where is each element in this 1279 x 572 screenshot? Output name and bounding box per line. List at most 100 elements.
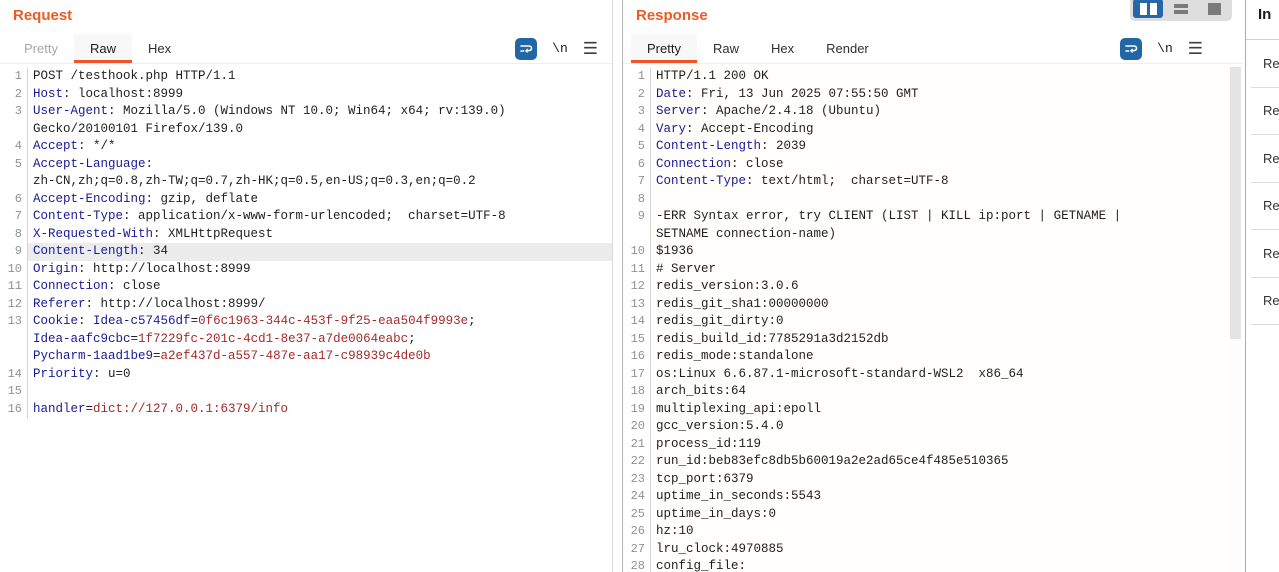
code-row: 26hz:10 (623, 523, 1243, 541)
code-row: 8 (623, 191, 1243, 209)
header-name: Connection (33, 279, 108, 293)
scrollbar-thumb[interactable] (1230, 67, 1241, 339)
code-row: SETNAME connection-name) (623, 226, 1243, 244)
code-row: 2Date: Fri, 13 Jun 2025 07:55:50 GMT (623, 86, 1243, 104)
single-layout-button[interactable] (1199, 0, 1229, 18)
tab-pretty[interactable]: Pretty (8, 34, 74, 63)
code-row: 18 arch_bits:64 (623, 383, 1243, 401)
line-number: 14 (0, 366, 28, 384)
header-name: Idea-aafc9cbc (33, 332, 131, 346)
code-row: 6Accept-Encoding: gzip, deflate (0, 191, 612, 209)
text-token: : localhost:8999 (63, 87, 183, 101)
text-token: # Server (656, 262, 716, 276)
inspector-section-label: Re (1263, 293, 1279, 308)
tab-pretty[interactable]: Pretty (631, 34, 697, 63)
line-number: 16 (0, 401, 28, 419)
line-number: 21 (623, 436, 651, 454)
code-line: Accept-Language: (28, 156, 612, 174)
code-line: hz:10 (651, 523, 1243, 541)
code-row: 7Content-Type: text/html; charset=UTF-8 (623, 173, 1243, 191)
code-row: 13redis_git_sha1:00000000 (623, 296, 1243, 314)
line-number: 8 (623, 191, 651, 209)
inspector-section-label: Re (1263, 151, 1279, 166)
code-line (28, 383, 612, 401)
word-wrap-glyph (518, 41, 534, 57)
code-row: 27lru_clock:4970885 (623, 541, 1243, 559)
word-wrap-icon[interactable] (515, 38, 537, 60)
show-newlines-icon[interactable]: \n (1157, 41, 1173, 56)
code-line: zh-CN,zh;q=0.8,zh-TW;q=0.7,zh-HK;q=0.5,e… (28, 173, 612, 191)
code-row: 5Accept-Language: (0, 156, 612, 174)
code-row: 13Cookie: Idea-c57456df=0f6c1963-344c-45… (0, 313, 612, 331)
rows-layout-button[interactable] (1166, 0, 1196, 18)
columns-layout-button[interactable] (1133, 0, 1163, 18)
code-line: X-Requested-With: XMLHttpRequest (28, 226, 612, 244)
word-wrap-icon[interactable] (1120, 38, 1142, 60)
code-row: 3User-Agent: Mozilla/5.0 (Windows NT 10.… (0, 103, 612, 121)
code-line: os:Linux 6.6.87.1-microsoft-standard-WSL… (651, 366, 1243, 384)
request-tabs: PrettyRawHex (8, 34, 187, 63)
text-token: : http://localhost:8999 (78, 262, 251, 276)
text-token: : application/x-www-form-urlencoded; cha… (123, 209, 506, 223)
code-row: 19multiplexing_api:epoll (623, 401, 1243, 419)
response-scrollbar[interactable] (1230, 67, 1241, 572)
header-name: Priority (33, 367, 93, 381)
inspector-section[interactable]: Re (1251, 88, 1279, 136)
word-wrap-glyph (1123, 41, 1139, 57)
line-number (0, 121, 28, 139)
text-token: ; (408, 332, 423, 346)
code-row: Gecko/20100101 Firefox/139.0 (0, 121, 612, 139)
line-number: 8 (0, 226, 28, 244)
tab-hex[interactable]: Hex (132, 34, 187, 63)
code-line: Content-Length: 34 (28, 243, 612, 261)
line-number: 14 (623, 313, 651, 331)
header-name: Vary (656, 122, 686, 136)
inspector-section[interactable]: Re (1251, 135, 1279, 183)
response-toolbar: \n ☰ (1120, 34, 1243, 63)
code-line: $1936 (651, 243, 1243, 261)
request-panel: Request PrettyRawHex \n ☰ 1POST /testhoo… (0, 0, 613, 572)
inspector-section[interactable]: Re (1251, 278, 1279, 326)
text-token: Gecko/20100101 Firefox/139.0 (33, 122, 243, 136)
code-line: redis_version:3.0.6 (651, 278, 1243, 296)
code-line: Idea-aafc9cbc=1f7229fc-201c-4cd1-8e37-a7… (28, 331, 612, 349)
response-editor[interactable]: 1HTTP/1.1 200 OK2Date: Fri, 13 Jun 2025 … (623, 65, 1243, 572)
code-row: Idea-aafc9cbc=1f7229fc-201c-4cd1-8e37-a7… (0, 331, 612, 349)
code-row: Pycharm-1aad1be9=a2ef437d-a557-487e-aa17… (0, 348, 612, 366)
text-token: : Fri, 13 Jun 2025 07:55:50 GMT (686, 87, 919, 101)
value-token: 1f7229fc-201c-4cd1-8e37-a7de0064eabc (138, 332, 408, 346)
inspector-section[interactable]: Re (1251, 183, 1279, 231)
text-token: arch_bits:64 (656, 384, 746, 398)
show-newlines-icon[interactable]: \n (552, 41, 568, 56)
http-message-viewer: Request PrettyRawHex \n ☰ 1POST /testhoo… (0, 0, 1279, 572)
code-line: Pycharm-1aad1be9=a2ef437d-a557-487e-aa17… (28, 348, 612, 366)
text-token: SETNAME connection-name) (656, 227, 836, 241)
menu-icon[interactable]: ☰ (1188, 40, 1203, 57)
text-token: run_id:beb83efc8db5b60019a2e2ad65ce4f485… (656, 454, 1009, 468)
inspector-section[interactable]: Re (1251, 230, 1279, 278)
inspector-section-label: Re (1263, 56, 1279, 71)
code-line: Cookie: Idea-c57456df=0f6c1963-344c-453f… (28, 313, 612, 331)
request-editor[interactable]: 1POST /testhook.php HTTP/1.12Host: local… (0, 65, 612, 572)
tab-raw[interactable]: Raw (74, 34, 132, 63)
header-name: Cookie (33, 314, 78, 328)
inspector-section[interactable]: Re (1251, 40, 1279, 88)
tab-hex[interactable]: Hex (755, 34, 810, 63)
line-number: 2 (0, 86, 28, 104)
code-line: uptime_in_seconds:5543 (651, 488, 1243, 506)
code-line: Origin: http://localhost:8999 (28, 261, 612, 279)
menu-icon[interactable]: ☰ (583, 40, 598, 57)
code-row: 1HTTP/1.1 200 OK (623, 68, 1243, 86)
line-number: 12 (623, 278, 651, 296)
text-token: uptime_in_seconds:5543 (656, 489, 821, 503)
line-number: 4 (623, 121, 651, 139)
header-name: Accept-Encoding (33, 192, 146, 206)
tab-render[interactable]: Render (810, 34, 885, 63)
text-token: zh-CN,zh;q=0.8,zh-TW;q=0.7,zh-HK;q=0.5,e… (33, 174, 476, 188)
line-number: 18 (623, 383, 651, 401)
code-row: 10$1936 (623, 243, 1243, 261)
tab-raw[interactable]: Raw (697, 34, 755, 63)
inspector-title: In (1246, 0, 1279, 40)
code-line: tcp_port:6379 (651, 471, 1243, 489)
code-line: multiplexing_api:epoll (651, 401, 1243, 419)
